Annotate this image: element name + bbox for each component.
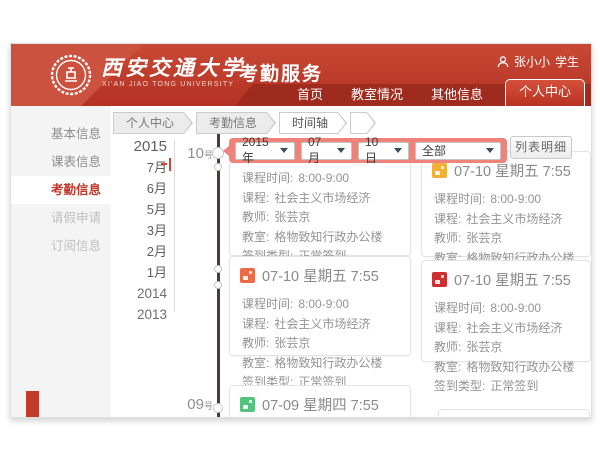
axis-year-2015[interactable]: 2015 bbox=[115, 136, 167, 157]
axis-month-3[interactable]: 3月 bbox=[115, 220, 167, 241]
timeline-node bbox=[214, 281, 222, 289]
calendar-icon bbox=[240, 397, 255, 412]
red-ribbon-decoration bbox=[26, 391, 39, 417]
nav-classrooms[interactable]: 教室情况 bbox=[337, 84, 417, 106]
breadcrumb-timeline[interactable]: 时间轴 bbox=[279, 112, 347, 134]
sidebar-item-basic-info[interactable]: 基本信息 bbox=[11, 120, 111, 148]
attendance-card-partial bbox=[438, 409, 590, 418]
attendance-card: 07-10 星期五 7:55 课程时间:8:00-9:00 课程:社会主义市场经… bbox=[421, 151, 591, 257]
axis-month-6[interactable]: 6月 bbox=[115, 178, 167, 199]
axis-month-7[interactable]: 7月 bbox=[115, 157, 167, 178]
day-filter-dropdown[interactable]: 10日 bbox=[358, 142, 409, 160]
calendar-icon bbox=[432, 272, 447, 287]
timeline-node bbox=[214, 163, 222, 171]
timeline-line bbox=[217, 134, 220, 417]
filter-bar: 2015年 07月 10日 全部 bbox=[229, 138, 507, 163]
user-account[interactable]: 张小小 学生 bbox=[497, 53, 579, 70]
university-name-zh: 西安交通大学 bbox=[101, 52, 245, 82]
day-marker-10[interactable]: 10号 bbox=[175, 145, 213, 163]
page: 西安交通大学 XI'AN JIAO TONG UNIVERSITY 考勤服务 张… bbox=[0, 0, 600, 450]
nav-other-info[interactable]: 其他信息 bbox=[417, 84, 497, 106]
attendance-card: 07-10 星期五 7:55 课程时间:8:00-9:00 课程:社会主义市场经… bbox=[421, 260, 591, 362]
user-name: 张小小 bbox=[514, 53, 550, 70]
axis-month-1[interactable]: 1月 bbox=[115, 262, 167, 283]
university-logo-icon[interactable] bbox=[49, 53, 93, 97]
chevron-down-icon bbox=[337, 148, 345, 153]
axis-year-2013[interactable]: 2013 bbox=[115, 304, 167, 325]
breadcrumb: 个人中心 考勤信息 时间轴 bbox=[113, 112, 379, 134]
user-icon bbox=[497, 56, 509, 68]
attendance-card: 课程时间:8:00-9:00 课程:社会主义市场经济 教师:张芸京 教室:格物致… bbox=[229, 161, 411, 256]
chevron-down-icon bbox=[280, 148, 288, 153]
list-detail-button[interactable]: 列表明细 bbox=[510, 136, 572, 159]
calendar-icon bbox=[432, 163, 447, 178]
breadcrumb-personal-center[interactable]: 个人中心 bbox=[113, 112, 193, 134]
app-window: 西安交通大学 XI'AN JIAO TONG UNIVERSITY 考勤服务 张… bbox=[10, 43, 592, 418]
axis-month-5[interactable]: 5月 bbox=[115, 199, 167, 220]
sidebar-item-attendance-info[interactable]: 考勤信息 bbox=[11, 176, 111, 204]
nav-personal-center-active[interactable]: 个人中心 bbox=[505, 79, 585, 106]
sidebar-item-subscription-info[interactable]: 订阅信息 bbox=[11, 232, 111, 260]
month-filter-dropdown[interactable]: 07月 bbox=[301, 142, 352, 160]
timeline-node bbox=[213, 403, 223, 413]
sidebar-item-leave-request[interactable]: 请假申请 bbox=[11, 204, 111, 232]
time-axis: 2015 7月 6月 5月 3月 2月 1月 2014 2013 bbox=[115, 136, 167, 325]
day-marker-09[interactable]: 09号 bbox=[175, 396, 213, 414]
main-nav: 首页 教室情况 其他信息 个人中心 bbox=[283, 79, 587, 106]
sidebar: 基本信息 课表信息 考勤信息 请假申请 订阅信息 bbox=[11, 106, 111, 417]
attendance-card: 07-10 星期五 7:55 课程时间:8:00-9:00 课程:社会主义市场经… bbox=[229, 256, 411, 356]
axis-month-2[interactable]: 2月 bbox=[115, 241, 167, 262]
breadcrumb-tail bbox=[350, 112, 376, 134]
header: 西安交通大学 XI'AN JIAO TONG UNIVERSITY 考勤服务 张… bbox=[11, 44, 591, 106]
type-filter-dropdown[interactable]: 全部 bbox=[415, 142, 501, 160]
university-name-en: XI'AN JIAO TONG UNIVERSITY bbox=[102, 81, 234, 88]
chevron-down-icon bbox=[394, 148, 402, 153]
year-filter-dropdown[interactable]: 2015年 bbox=[235, 142, 295, 160]
attendance-card: 07-09 星期四 7:55 bbox=[229, 385, 411, 418]
chevron-down-icon bbox=[486, 148, 494, 153]
breadcrumb-attendance-info[interactable]: 考勤信息 bbox=[196, 112, 276, 134]
axis-year-2014[interactable]: 2014 bbox=[115, 283, 167, 304]
user-role: 学生 bbox=[555, 53, 579, 70]
axis-divider bbox=[174, 140, 175, 312]
calendar-icon bbox=[240, 268, 255, 283]
sidebar-item-schedule-info[interactable]: 课表信息 bbox=[11, 148, 111, 176]
timeline-node bbox=[214, 265, 222, 273]
current-month-tick bbox=[161, 158, 171, 171]
nav-home[interactable]: 首页 bbox=[283, 84, 337, 106]
